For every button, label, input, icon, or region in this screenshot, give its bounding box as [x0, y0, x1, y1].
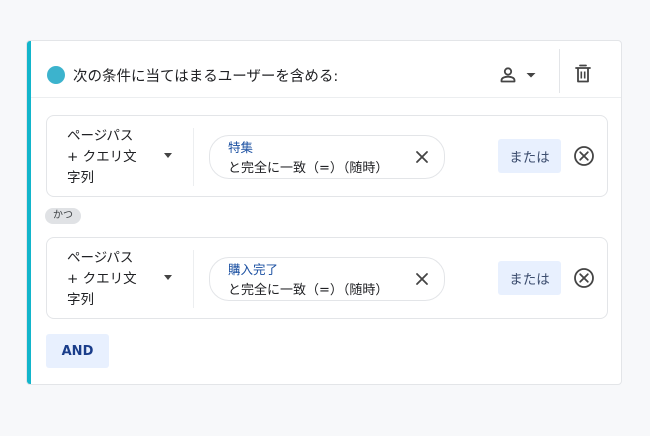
row-divider — [193, 128, 194, 186]
group-color-dot — [47, 66, 65, 84]
dimension-dropdown-icon[interactable] — [164, 275, 172, 280]
clear-condition-icon[interactable] — [415, 272, 429, 286]
dimension-selector[interactable]: ページパス + クエリ文 字列 — [67, 126, 177, 189]
scope-dropdown-button[interactable] — [498, 63, 542, 87]
or-button[interactable]: または — [498, 139, 561, 173]
condition-group-card: 次の条件に当てはまるユーザーを含める: ページパス + クエリ文 字列 特集 と… — [26, 40, 622, 385]
condition-row: ページパス + クエリ文 字列 購入完了 と完全に一致（=）（随時） または — [46, 237, 608, 319]
dimension-dropdown-icon[interactable] — [164, 153, 172, 158]
remove-condition-icon[interactable] — [573, 267, 595, 289]
condition-chip[interactable]: 購入完了 と完全に一致（=）（随時） — [209, 257, 445, 301]
caret-down-icon — [526, 73, 536, 78]
dimension-label-line: + クエリ文 — [67, 149, 137, 165]
condition-match-type: と完全に一致（=）（随時） — [228, 283, 389, 298]
header-divider — [559, 49, 560, 93]
and-button[interactable]: AND — [46, 334, 109, 368]
condition-row: ページパス + クエリ文 字列 特集 と完全に一致（=）（随時） または — [46, 115, 608, 197]
group-header: 次の条件に当てはまるユーザーを含める: — [31, 41, 621, 98]
dimension-label-line: ページパス — [67, 128, 134, 144]
person-icon — [500, 67, 516, 83]
or-button[interactable]: または — [498, 261, 561, 295]
condition-value: 特集 — [228, 140, 254, 155]
group-title: 次の条件に当てはまるユーザーを含める: — [73, 69, 339, 85]
clear-condition-icon[interactable] — [415, 150, 429, 164]
condition-value: 購入完了 — [228, 262, 279, 277]
trash-icon — [575, 64, 591, 83]
condition-match-type: と完全に一致（=）（随時） — [228, 161, 389, 176]
row-divider — [193, 250, 194, 308]
delete-group-button[interactable] — [573, 63, 595, 87]
dimension-label-line: 字列 — [67, 170, 94, 186]
dimension-label-line: 字列 — [67, 292, 94, 308]
and-connector-chip: かつ — [45, 208, 81, 224]
remove-condition-icon[interactable] — [573, 145, 595, 167]
dimension-label-line: + クエリ文 — [67, 271, 137, 287]
dimension-label-line: ページパス — [67, 250, 134, 266]
condition-chip[interactable]: 特集 と完全に一致（=）（随時） — [209, 135, 445, 179]
dimension-selector[interactable]: ページパス + クエリ文 字列 — [67, 248, 177, 311]
